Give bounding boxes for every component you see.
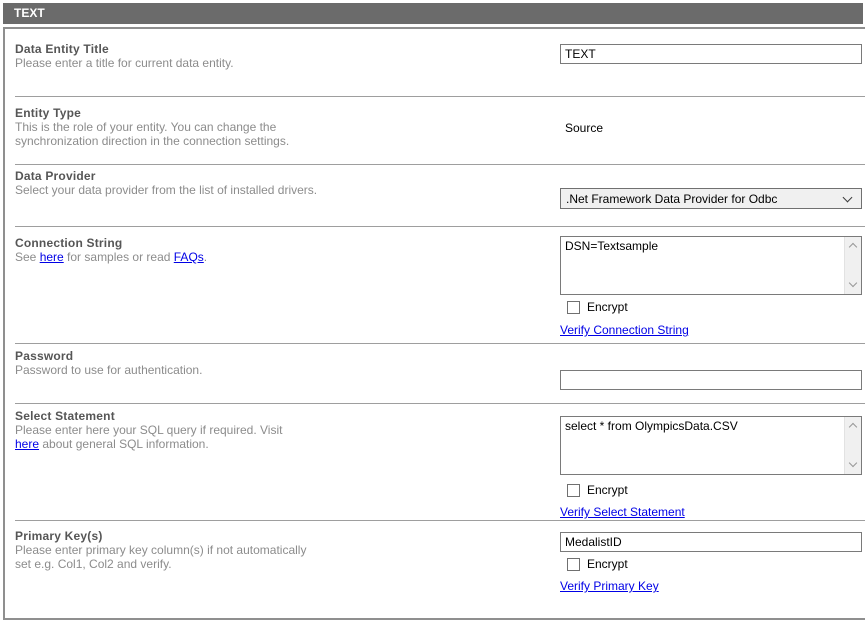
section-data-entity-title: Data Entity Title Please enter a title f…	[15, 29, 865, 97]
section-description: This is the role of your entity. You can…	[15, 121, 455, 148]
window-title: TEXT	[14, 6, 45, 20]
here-link[interactable]: here	[40, 250, 64, 264]
description-text: .	[204, 250, 207, 264]
section-connection-string: Connection String See here for samples o…	[15, 227, 865, 344]
section-description: Please enter primary key column(s) if no…	[15, 544, 455, 571]
section-heading: Primary Key(s)	[15, 529, 455, 543]
encrypt-label: Encrypt	[587, 483, 628, 497]
textarea-scrollbar[interactable]	[844, 417, 861, 474]
chevron-down-icon	[843, 192, 853, 202]
description-text: See	[15, 250, 40, 264]
data-entity-title-input[interactable]	[560, 44, 862, 64]
description-text: Please enter here your SQL query if requ…	[15, 423, 282, 437]
section-password: Password Password to use for authenticat…	[15, 344, 865, 404]
select-statement-field: select * from OlympicsData.CSV	[560, 416, 862, 475]
encrypt-checkbox[interactable]	[567, 558, 580, 571]
verify-select-statement-link[interactable]: Verify Select Statement	[560, 505, 685, 519]
here-link[interactable]: here	[15, 437, 39, 451]
section-description: Please enter here your SQL query if requ…	[15, 424, 455, 451]
encrypt-label: Encrypt	[587, 300, 628, 314]
textarea-scrollbar[interactable]	[844, 237, 861, 294]
primary-keys-input[interactable]	[560, 532, 862, 552]
description-text: for samples or read	[64, 250, 174, 264]
connection-string-field: DSN=Textsample	[560, 236, 862, 295]
section-heading: Password	[15, 349, 455, 363]
description-text: about general SQL information.	[39, 437, 209, 451]
encrypt-label: Encrypt	[587, 557, 628, 571]
section-heading: Connection String	[15, 236, 455, 250]
section-entity-type: Entity Type This is the role of your ent…	[15, 97, 865, 165]
section-heading: Data Entity Title	[15, 42, 455, 56]
scroll-up-icon[interactable]	[849, 423, 857, 431]
section-heading: Entity Type	[15, 106, 455, 120]
entity-type-value: Source	[565, 121, 603, 135]
connection-string-textarea[interactable]: DSN=Textsample	[561, 237, 844, 294]
section-description: See here for samples or read FAQs.	[15, 251, 455, 265]
verify-connection-string-link[interactable]: Verify Connection String	[560, 323, 689, 337]
encrypt-checkbox[interactable]	[567, 484, 580, 497]
settings-panel: Data Entity Title Please enter a title f…	[3, 27, 865, 620]
encrypt-option: Encrypt	[567, 557, 628, 571]
scroll-down-icon[interactable]	[849, 279, 857, 287]
data-provider-select[interactable]: .Net Framework Data Provider for Odbc	[560, 188, 862, 209]
section-heading: Data Provider	[15, 169, 455, 183]
window-title-bar: TEXT	[3, 3, 863, 24]
section-data-provider: Data Provider Select your data provider …	[15, 165, 865, 227]
select-statement-textarea[interactable]: select * from OlympicsData.CSV	[561, 417, 844, 474]
scroll-up-icon[interactable]	[849, 243, 857, 251]
encrypt-checkbox[interactable]	[567, 301, 580, 314]
section-description: Password to use for authentication.	[15, 364, 455, 378]
scroll-down-icon[interactable]	[849, 459, 857, 467]
encrypt-option: Encrypt	[567, 483, 628, 497]
section-description: Please enter a title for current data en…	[15, 57, 455, 71]
section-select-statement: Select Statement Please enter here your …	[15, 404, 865, 521]
section-primary-keys: Primary Key(s) Please enter primary key …	[15, 521, 865, 597]
encrypt-option: Encrypt	[567, 300, 628, 314]
section-heading: Select Statement	[15, 409, 455, 423]
password-input[interactable]	[560, 370, 862, 390]
faqs-link[interactable]: FAQs	[174, 250, 204, 264]
verify-primary-key-link[interactable]: Verify Primary Key	[560, 579, 659, 593]
section-description: Select your data provider from the list …	[15, 184, 455, 198]
selected-option-label: .Net Framework Data Provider for Odbc	[561, 192, 844, 206]
